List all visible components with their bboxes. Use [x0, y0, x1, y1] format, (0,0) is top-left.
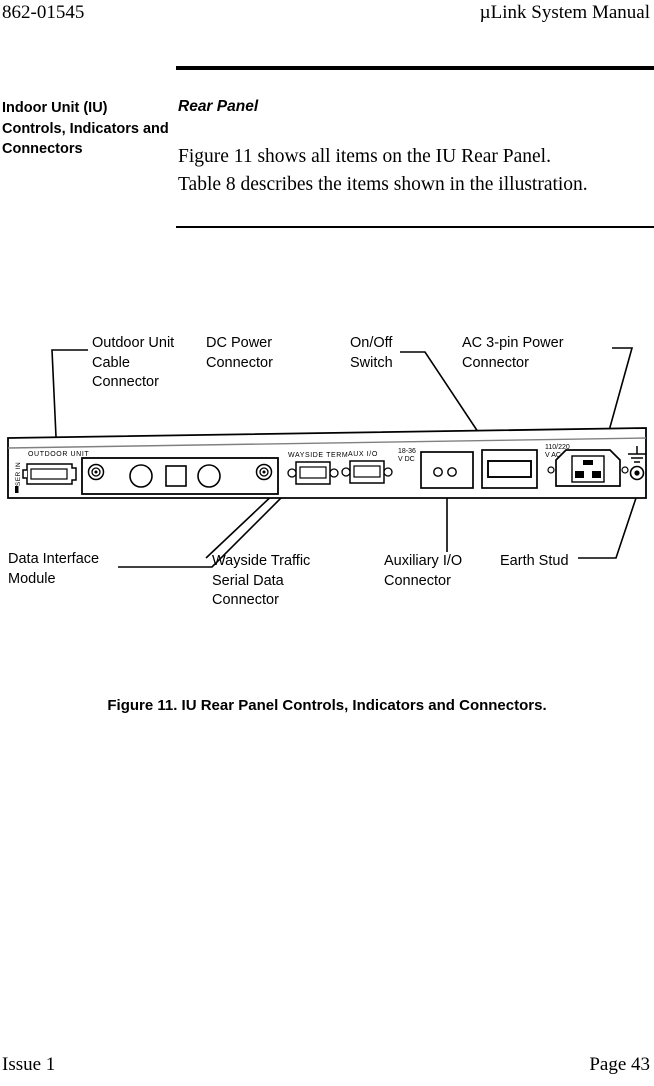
switch-rocker	[487, 460, 532, 478]
callout-dc-power-connector: DC Power Connector	[206, 335, 273, 371]
ac-mount-hole-left	[547, 466, 555, 474]
aux-io-jackscrew-left	[341, 467, 351, 477]
running-head: 862-01545 µLink System Manual	[0, 0, 654, 34]
dc-pin-2	[447, 467, 457, 477]
leader-wayside-connector	[205, 489, 279, 559]
aux-io-label: AUX I/O	[348, 451, 378, 458]
callout-earth-stud: Earth Stud	[500, 553, 569, 569]
outdoor-unit-label: OUTDOOR UNIT	[28, 451, 89, 458]
dim-screw-left	[87, 463, 105, 481]
manual-title: µLink System Manual	[479, 2, 650, 23]
callout-ac-power-connector: AC 3-pin Power Connector	[462, 335, 564, 371]
wayside-dsub-cavity	[299, 466, 327, 479]
ac-mount-hole-right	[621, 466, 629, 474]
document-number: 862-01545	[2, 2, 85, 23]
callout-data-interface-module: Data Interface Module	[8, 551, 100, 587]
body-line-2: Table 8 describes the items shown in the…	[178, 174, 588, 195]
callout-auxiliary-io-connector: Auxiliary I/O Connector	[384, 553, 463, 589]
dim-round-port-right	[197, 464, 221, 488]
ser-in-label: SER IN	[15, 462, 22, 486]
section-rule-top	[176, 66, 654, 70]
callout-on-off-switch: On/Off Switch	[350, 335, 393, 371]
callout-outdoor-unit-cable-connector: Outdoor Unit Cable Connector	[92, 335, 175, 390]
dim-round-port-left	[129, 464, 153, 488]
leader-earth-stud	[578, 491, 639, 559]
dc-pin-1	[433, 467, 443, 477]
wayside-jackscrew-left	[287, 468, 297, 478]
data-interface-module-plate	[81, 457, 279, 495]
page-number: Page 43	[589, 1054, 650, 1075]
dc-connector-body	[420, 451, 474, 489]
document-page: 862-01545 µLink System Manual Indoor Uni…	[0, 0, 654, 1086]
ac-pin-live	[575, 471, 584, 478]
dc-rating-line-1: 18-36	[398, 448, 416, 455]
issue-label: Issue 1	[2, 1054, 56, 1075]
section-subheading: Rear Panel	[178, 98, 259, 115]
section-rule-bottom	[176, 226, 654, 228]
dim-square-port	[165, 465, 187, 487]
outdoor-unit-dsub-cavity	[30, 468, 68, 480]
figure-caption: Figure 11. IU Rear Panel Controls, Indic…	[107, 697, 547, 714]
outdoor-unit-dsub-ear-left	[22, 469, 27, 479]
ac-pin-neutral	[592, 471, 601, 478]
body-line-1: Figure 11 shows all items on the IU Rear…	[178, 146, 551, 167]
marginal-heading: Indoor Unit (IU) Controls, Indicators an…	[2, 100, 169, 157]
dim-screw-right	[255, 463, 273, 481]
ac-inlet-cavity	[571, 455, 605, 483]
wayside-jackscrew-right	[329, 468, 339, 478]
wayside-term-label: WAYSIDE TERM	[288, 452, 348, 459]
callout-wayside-serial-connector: Wayside Traffic Serial Data Connector	[212, 553, 311, 608]
dc-rating-line-2: V DC	[398, 456, 415, 463]
aux-io-dsub-cavity	[353, 465, 381, 478]
earth-stud-post	[634, 470, 640, 476]
ac-pin-earth	[583, 460, 593, 465]
on-off-switch-group	[481, 449, 538, 489]
page-footer: Issue 1 Page 43	[0, 1054, 654, 1084]
section-body: Figure 11 shows all items on the IU Rear…	[178, 143, 654, 199]
aux-io-jackscrew-right	[383, 467, 393, 477]
ser-in-tick	[15, 486, 19, 493]
